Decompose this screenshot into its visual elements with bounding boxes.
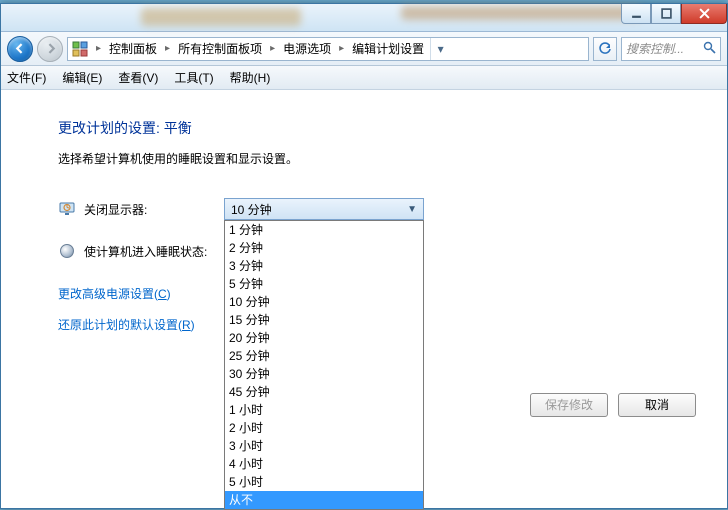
moon-icon (58, 242, 76, 260)
title-bar (1, 4, 727, 32)
advanced-power-link[interactable]: 更改高级电源设置(C) (58, 287, 171, 301)
link-accel: R (182, 318, 191, 332)
dropdown-option[interactable]: 5 分钟 (225, 275, 423, 293)
refresh-icon (598, 42, 612, 56)
breadcrumb-control-panel[interactable]: 控制面板 (107, 40, 159, 57)
breadcrumb-sep[interactable]: ▸ (94, 43, 103, 54)
dropdown-option[interactable]: 1 小时 (225, 401, 423, 419)
turn-off-display-dropdown[interactable]: 10 分钟 ▼ 1 分钟 2 分钟 3 分钟 5 分钟 10 分钟 15 分钟 … (224, 198, 424, 220)
monitor-icon (58, 200, 76, 218)
address-dropdown-button[interactable]: ▾ (430, 38, 450, 60)
page-subtitle: 选择希望计算机使用的睡眠设置和显示设置。 (58, 150, 686, 167)
dropdown-option[interactable]: 45 分钟 (225, 383, 423, 401)
menu-file[interactable]: 文件(F) (7, 69, 46, 86)
cancel-button[interactable]: 取消 (618, 393, 696, 417)
breadcrumb-sep[interactable]: ▸ (268, 43, 277, 54)
dropdown-option[interactable]: 1 分钟 (225, 221, 423, 239)
address-bar[interactable]: ▸ 控制面板 ▸ 所有控制面板项 ▸ 电源选项 ▸ 编辑计划设置 ▾ (67, 37, 589, 61)
link-text: ) (167, 287, 171, 301)
breadcrumb-edit-plan[interactable]: 编辑计划设置 (350, 40, 426, 57)
dropdown-option[interactable]: 25 分钟 (225, 347, 423, 365)
dropdown-selected-value: 10 分钟 (231, 201, 272, 218)
save-button[interactable]: 保存修改 (530, 393, 608, 417)
dropdown-option[interactable]: 3 小时 (225, 437, 423, 455)
breadcrumb-sep[interactable]: ▸ (163, 43, 172, 54)
arrow-right-icon (44, 42, 57, 55)
dropdown-option[interactable]: 10 分钟 (225, 293, 423, 311)
link-text: ) (191, 318, 195, 332)
menu-bar: 文件(F) 编辑(E) 查看(V) 工具(T) 帮助(H) (1, 66, 727, 90)
breadcrumb-power-options[interactable]: 电源选项 (281, 40, 333, 57)
restore-defaults-link[interactable]: 还原此计划的默认设置(R) (58, 318, 195, 332)
menu-tools[interactable]: 工具(T) (174, 69, 213, 86)
control-panel-icon (72, 41, 90, 57)
close-button[interactable] (681, 4, 727, 24)
search-placeholder: 搜索控制... (626, 40, 684, 57)
dropdown-option[interactable]: 20 分钟 (225, 329, 423, 347)
search-icon[interactable] (703, 41, 716, 57)
menu-edit[interactable]: 编辑(E) (62, 69, 102, 86)
arrow-left-icon (14, 42, 27, 55)
link-accel: C (158, 287, 167, 301)
dropdown-option[interactable]: 2 小时 (225, 419, 423, 437)
maximize-icon (661, 8, 672, 19)
page-title: 更改计划的设置: 平衡 (58, 118, 686, 138)
title-blur (141, 8, 301, 26)
search-input[interactable]: 搜索控制... (621, 37, 721, 61)
row-turn-off-display: 关闭显示器: 10 分钟 ▼ 1 分钟 2 分钟 3 分钟 5 分钟 10 分钟… (58, 195, 686, 223)
minimize-button[interactable] (621, 4, 651, 24)
menu-view[interactable]: 查看(V) (118, 69, 158, 86)
maximize-button[interactable] (651, 4, 681, 24)
dropdown-option[interactable]: 4 小时 (225, 455, 423, 473)
dropdown-option[interactable]: 5 小时 (225, 473, 423, 491)
turn-off-display-label: 关闭显示器: (84, 201, 224, 218)
close-icon (699, 8, 710, 19)
breadcrumb-sep[interactable]: ▸ (337, 43, 346, 54)
back-button[interactable] (7, 36, 33, 62)
breadcrumb-all-items[interactable]: 所有控制面板项 (176, 40, 264, 57)
window-frame: ▸ 控制面板 ▸ 所有控制面板项 ▸ 电源选项 ▸ 编辑计划设置 ▾ 搜索控制.… (0, 3, 728, 509)
forward-button[interactable] (37, 36, 63, 62)
menu-help[interactable]: 帮助(H) (230, 69, 271, 86)
dropdown-option[interactable]: 15 分钟 (225, 311, 423, 329)
refresh-button[interactable] (593, 37, 617, 61)
dropdown-option[interactable]: 2 分钟 (225, 239, 423, 257)
dropdown-option[interactable]: 30 分钟 (225, 365, 423, 383)
chevron-down-icon: ▼ (407, 204, 417, 215)
link-text: 还原此计划的默认设置( (58, 318, 182, 332)
dropdown-option[interactable]: 3 分钟 (225, 257, 423, 275)
dropdown-option-never[interactable]: 从不 (225, 491, 423, 509)
link-text: 更改高级电源设置( (58, 287, 158, 301)
button-row: 保存修改 取消 (530, 393, 696, 417)
title-blur-2 (401, 6, 641, 20)
sleep-label: 使计算机进入睡眠状态: (84, 243, 224, 260)
window-controls (621, 4, 727, 24)
content-area: 更改计划的设置: 平衡 选择希望计算机使用的睡眠设置和显示设置。 关闭显示器: … (2, 92, 726, 507)
dropdown-button[interactable]: 10 分钟 ▼ (224, 198, 424, 220)
dropdown-list[interactable]: 1 分钟 2 分钟 3 分钟 5 分钟 10 分钟 15 分钟 20 分钟 25… (224, 220, 424, 510)
minimize-icon (631, 8, 642, 19)
nav-bar: ▸ 控制面板 ▸ 所有控制面板项 ▸ 电源选项 ▸ 编辑计划设置 ▾ 搜索控制.… (1, 32, 727, 66)
